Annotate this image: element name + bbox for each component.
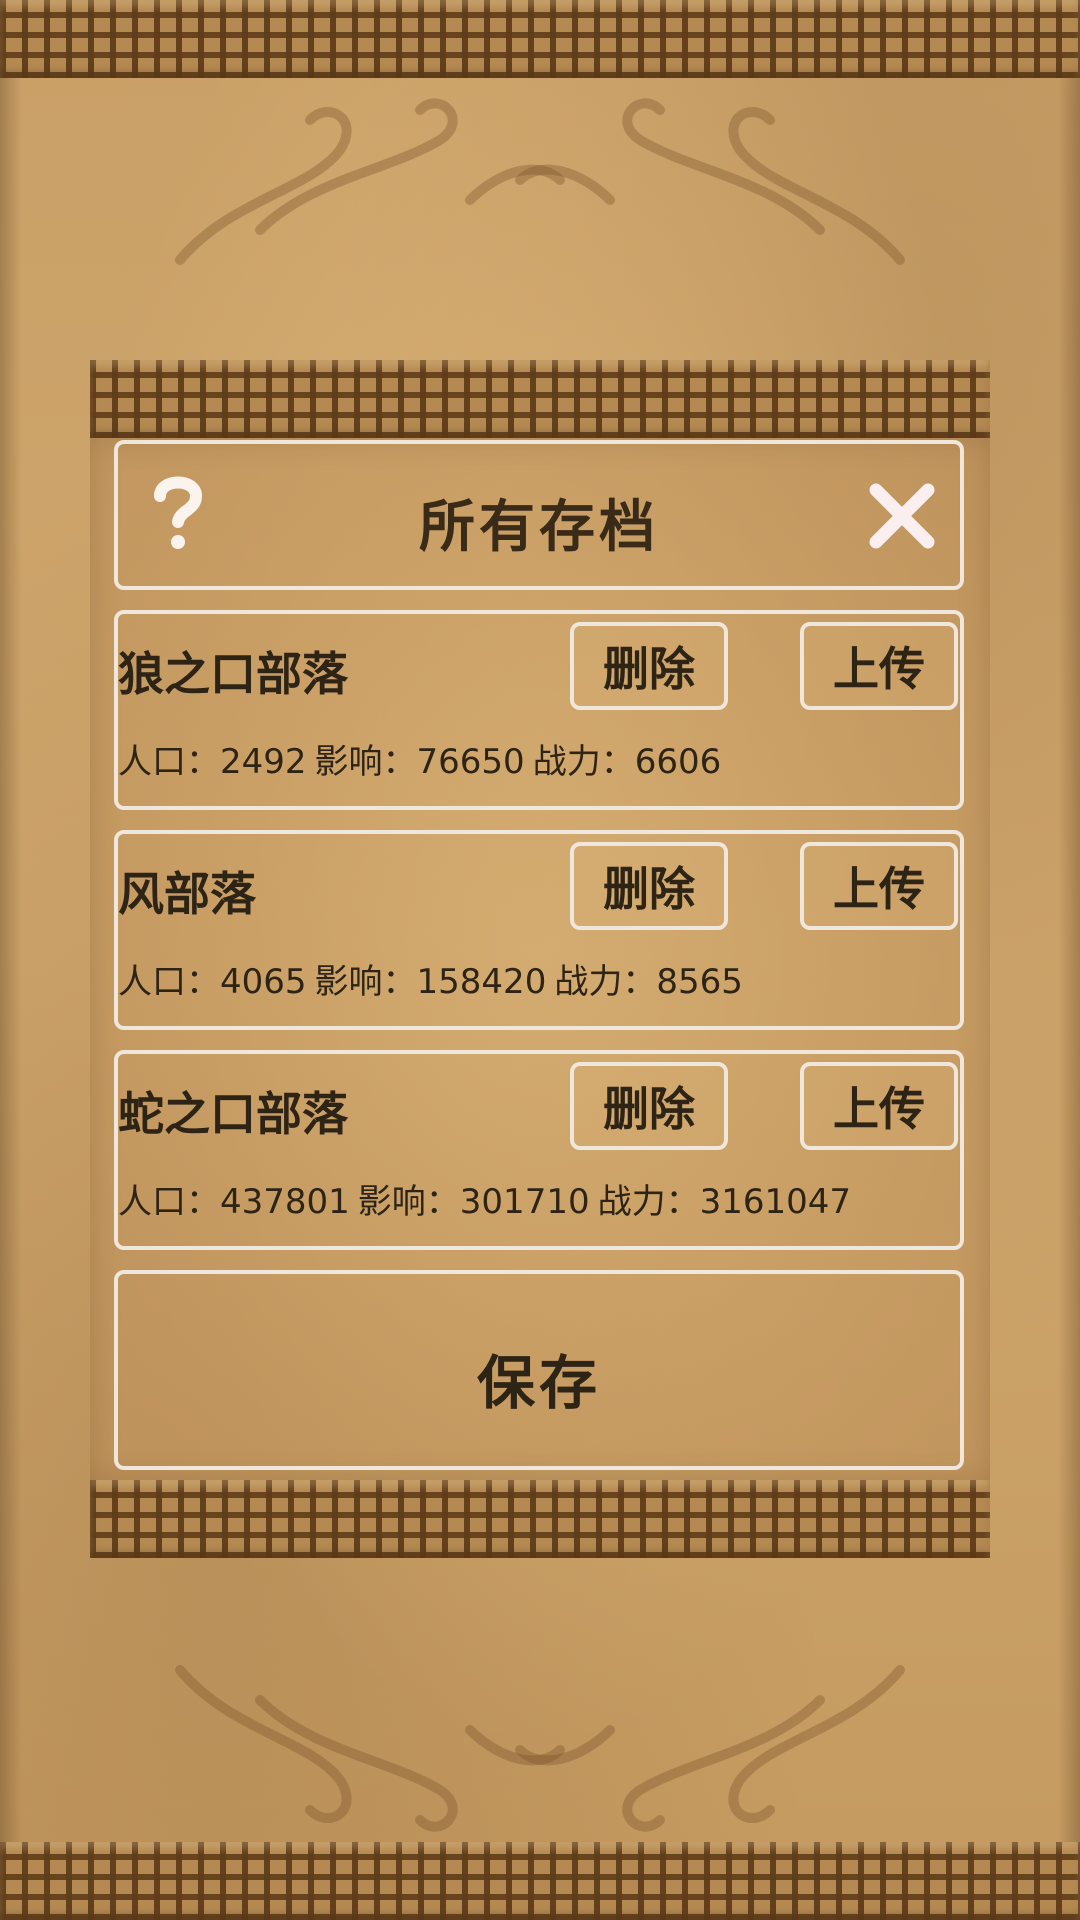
- save-slot-name: 蛇之口部落: [118, 1087, 348, 1141]
- top-fret-border: [0, 0, 1080, 78]
- population-value: 4065: [220, 962, 307, 1002]
- population-label: 人口：: [118, 1182, 220, 1222]
- power-value: 3161047: [699, 1182, 852, 1222]
- top-cloud-ornament: [175, 98, 905, 265]
- upload-button[interactable]: 上传: [800, 622, 958, 710]
- upload-button[interactable]: 上传: [800, 1062, 958, 1150]
- population-value: 2492: [220, 742, 307, 782]
- bottom-cloud-ornament: [175, 1665, 905, 1832]
- bottom-fret-border: [0, 1842, 1080, 1920]
- delete-button[interactable]: 删除: [570, 1062, 728, 1150]
- population-label: 人口：: [118, 742, 220, 782]
- influence-value: 76650: [416, 742, 525, 782]
- save-button[interactable]: 保存: [114, 1270, 964, 1470]
- panel-top-fret-border: [90, 360, 990, 438]
- influence-label: 影响：: [357, 1182, 460, 1222]
- power-label: 战力：: [597, 1182, 700, 1222]
- influence-value: 158420: [416, 962, 547, 1002]
- population-value: 437801: [220, 1182, 350, 1222]
- delete-button[interactable]: 删除: [570, 842, 728, 930]
- save-button-label: 保存: [476, 1349, 601, 1417]
- save-slot: 风部落 删除 上传 人口：4065 影响：158420 战力：8565: [114, 830, 964, 1030]
- influence-value: 301710: [459, 1182, 590, 1222]
- save-slot: 狼之口部落 删除 上传 人口：2492 影响：76650 战力：6606: [114, 610, 964, 810]
- right-edge-shadow: [1058, 0, 1080, 1920]
- save-slot-name: 狼之口部落: [118, 647, 348, 701]
- save-slot-stats: 人口：437801 影响：301710 战力：3161047: [118, 1174, 851, 1223]
- save-slot-stats: 人口：2492 影响：76650 战力：6606: [118, 734, 721, 783]
- power-label: 战力：: [532, 742, 635, 782]
- dialog-title: 所有存档: [419, 495, 659, 560]
- delete-button[interactable]: 删除: [570, 622, 728, 710]
- close-icon[interactable]: [866, 480, 938, 552]
- upload-button[interactable]: 上传: [800, 842, 958, 930]
- panel-bottom-fret-border: [90, 1480, 990, 1558]
- power-label: 战力：: [554, 962, 657, 1002]
- influence-label: 影响：: [314, 742, 417, 782]
- save-slot: 蛇之口部落 删除 上传 人口：437801 影响：301710 战力：3161047: [114, 1050, 964, 1250]
- power-value: 8565: [656, 962, 743, 1002]
- left-edge-shadow: [0, 0, 22, 1920]
- save-slot-stats: 人口：4065 影响：158420 战力：8565: [118, 954, 743, 1003]
- dialog-header: 所有存档: [114, 440, 964, 590]
- power-value: 6606: [634, 742, 722, 782]
- save-slot-name: 风部落: [118, 867, 256, 921]
- population-label: 人口：: [118, 962, 220, 1002]
- influence-label: 影响：: [314, 962, 417, 1002]
